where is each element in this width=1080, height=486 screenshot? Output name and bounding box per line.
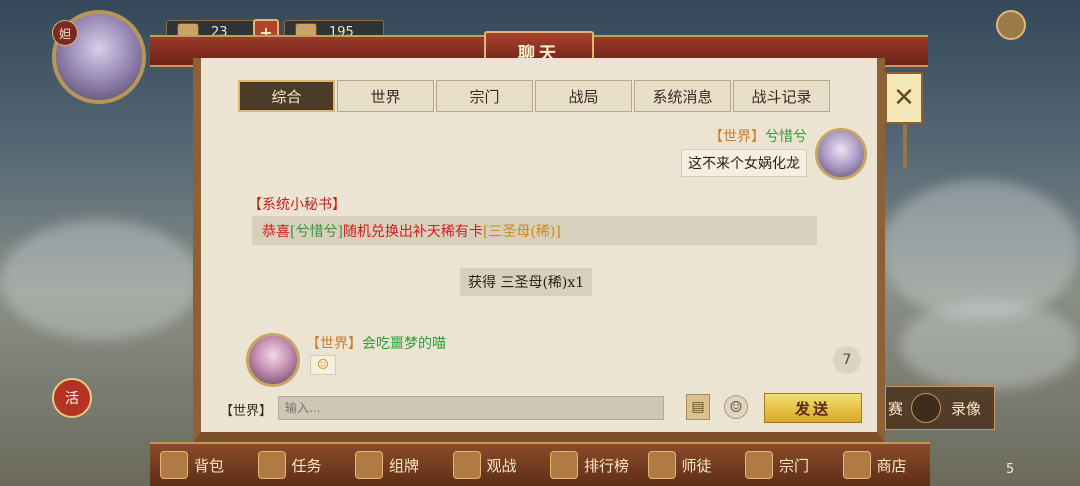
nav-bag[interactable]: 背包 [150, 444, 248, 486]
tab-general[interactable]: 综合 [238, 80, 335, 112]
right-panel: 赛 录像 [885, 386, 995, 430]
bag-icon [160, 451, 188, 479]
tab-battle[interactable]: 战局 [535, 80, 632, 112]
channel-tag: 【世界】 [306, 336, 362, 352]
bottom-nav: 背包 任务 组牌 观战 排行榜 师徒 宗门 商店 [150, 442, 930, 486]
chat-message-outgoing: 【世界】兮惜兮 这不来个女娲化龙 [607, 120, 867, 180]
task-icon [257, 451, 286, 479]
sect-icon [745, 451, 773, 479]
channel-tag: 【世界】 [709, 129, 765, 145]
right-panel-partial-label[interactable]: 赛 [888, 398, 903, 419]
message-bubble: 这不来个女娲化龙 [681, 149, 807, 177]
deck-icon [355, 451, 383, 479]
replay-icon[interactable] [911, 393, 942, 423]
player-avatar[interactable]: 妲 [52, 10, 146, 104]
system-text-exchange: 随机兑换出补天稀有卡 [342, 223, 483, 240]
avatar-tag: 妲 [52, 20, 78, 46]
chat-input[interactable] [278, 396, 664, 420]
nav-spectate[interactable]: 观战 [443, 444, 541, 486]
input-channel-selector[interactable]: 【世界】 [220, 400, 272, 419]
spectate-icon [452, 451, 481, 479]
shop-icon [842, 451, 871, 479]
nav-tasks[interactable]: 任务 [248, 444, 346, 486]
tab-system[interactable]: 系统消息 [634, 80, 731, 112]
sender-avatar[interactable] [246, 333, 300, 387]
nav-sect[interactable]: 宗门 [735, 444, 833, 486]
sender-name-line: 【世界】兮惜兮 [709, 126, 807, 146]
tab-world[interactable]: 世界 [337, 80, 434, 112]
tab-combat-log[interactable]: 战斗记录 [733, 80, 830, 112]
send-button[interactable]: 发送 [764, 393, 862, 423]
system-message: 恭喜 [兮惜兮] 随机兑换出补天稀有卡 [三圣母(稀)] [252, 216, 817, 245]
nav-sect-label: 宗门 [779, 456, 810, 475]
obtain-notice: 获得 三圣母(稀)x1 [460, 268, 593, 296]
nav-shop[interactable]: 商店 [833, 444, 931, 486]
chat-message-incoming: 【世界】会吃噩梦的喵 ☺ [246, 333, 546, 387]
chat-input-row: 【世界】 ▤ ☺ 发送 [200, 392, 880, 426]
sender-name-line: 【世界】会吃噩梦的喵 [306, 333, 446, 353]
nav-ranking[interactable]: 排行榜 [540, 444, 638, 486]
phrasebook-icon[interactable]: ▤ [686, 394, 710, 420]
system-sender: 【系统小秘书】 [248, 197, 346, 213]
settings-gear-icon[interactable] [996, 10, 1026, 40]
sender-name[interactable]: 会吃噩梦的喵 [362, 336, 446, 352]
nav-bag-label: 背包 [194, 456, 225, 475]
nav-ranking-label: 排行榜 [584, 456, 630, 475]
chat-message-area[interactable]: 【世界】兮惜兮 这不来个女娲化龙 【系统小秘书】 恭喜 [兮惜兮] 随机兑换出补天稀… [212, 118, 867, 387]
system-card-name[interactable]: [三圣母(稀)] [483, 221, 561, 241]
nav-mentor-label: 师徒 [681, 456, 712, 475]
system-player-name[interactable]: [兮惜兮] [290, 221, 343, 241]
bag-count: 5 [1006, 462, 1015, 477]
chat-tabs: 综合 世界 宗门 战局 系统消息 战斗记录 [238, 80, 830, 112]
bag-badge[interactable]: 5 [996, 440, 1026, 480]
nav-tasks-label: 任务 [291, 456, 322, 475]
mentor-icon [647, 451, 676, 479]
nav-spectate-label: 观战 [486, 456, 517, 475]
system-text-congrats: 恭喜 [262, 223, 290, 240]
sender-avatar[interactable] [815, 128, 867, 180]
replay-label[interactable]: 录像 [951, 398, 981, 419]
emoji-icon: ☺ [310, 355, 336, 375]
sender-name[interactable]: 兮惜兮 [765, 129, 807, 145]
ranking-icon [550, 451, 578, 479]
activity-seal-icon[interactable]: 活 [52, 378, 92, 418]
nav-mentor[interactable]: 师徒 [638, 444, 736, 486]
close-icon[interactable]: ✕ [885, 72, 923, 168]
tab-sect[interactable]: 宗门 [436, 80, 533, 112]
nav-deck[interactable]: 组牌 [345, 444, 443, 486]
unread-count-badge[interactable]: 7 [833, 346, 861, 374]
nav-shop-label: 商店 [876, 456, 907, 475]
nav-deck-label: 组牌 [389, 456, 420, 475]
emoji-picker-icon[interactable]: ☺ [724, 395, 748, 419]
